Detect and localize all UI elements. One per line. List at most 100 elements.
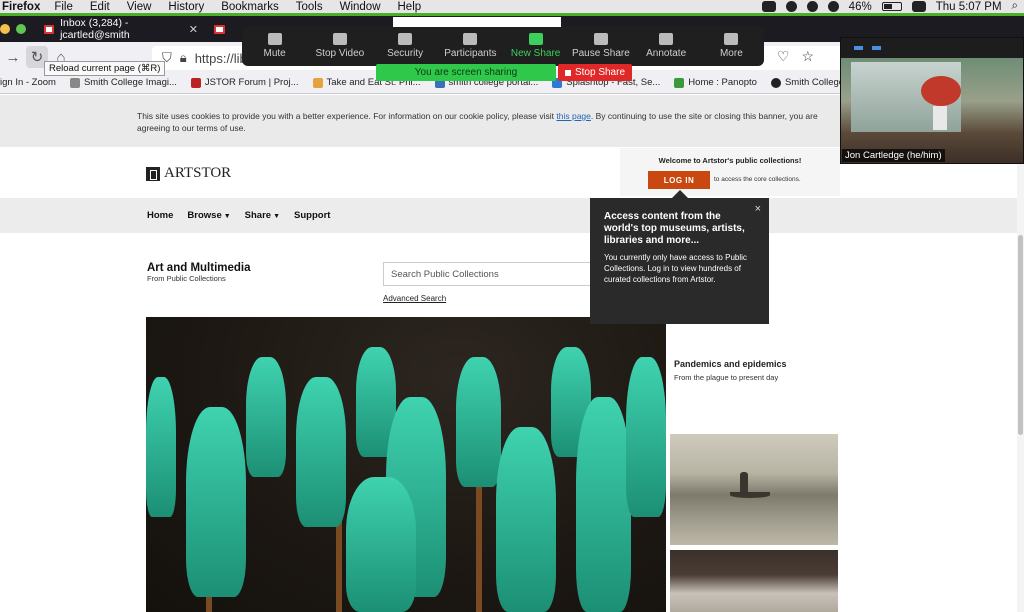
reload-tooltip: Reload current page (⌘R): [44, 61, 166, 76]
battery-icon[interactable]: [881, 2, 902, 11]
close-tab-icon[interactable]: ✕: [189, 23, 198, 36]
maximize-button[interactable]: [16, 24, 26, 34]
zoom-status-icon[interactable]: [761, 1, 776, 12]
minimize-button[interactable]: [0, 24, 10, 34]
participants-button[interactable]: Participants: [438, 26, 503, 66]
bookmark-item[interactable]: ign In - Zoom: [0, 77, 56, 88]
menu-edit[interactable]: Edit: [90, 1, 110, 13]
mute-button[interactable]: Mute: [242, 26, 307, 66]
bookmark-label: ign In - Zoom: [0, 77, 56, 88]
annotate-label: Annotate: [646, 48, 687, 59]
nav-home[interactable]: Home: [147, 210, 173, 221]
bookmark-label: Smith College Imagi...: [83, 77, 177, 88]
site-nav: Home Browse ▼ Share ▼ Support: [0, 198, 1024, 233]
share-screen-icon: [528, 33, 543, 45]
hero-detail: [186, 407, 246, 597]
menu-view[interactable]: View: [127, 1, 152, 13]
status-area: 46% Thu 5:07 PM ⌕: [761, 0, 1018, 13]
pause-icon: [593, 33, 608, 45]
microphone-icon: [267, 33, 282, 45]
stop-video-label: Stop Video: [315, 48, 365, 59]
pocket-icon[interactable]: ♡: [777, 48, 790, 65]
clock[interactable]: Thu 5:07 PM: [936, 1, 1002, 13]
scrollbar-thumb[interactable]: [1018, 235, 1023, 435]
hero-detail: [576, 397, 631, 612]
bookmark-item[interactable]: Smith College Imagi...: [69, 77, 177, 88]
login-popover: × Access content from the world's top mu…: [590, 190, 769, 324]
security-label: Security: [387, 48, 424, 59]
menu-help[interactable]: Help: [398, 1, 422, 13]
collection-thumbnail[interactable]: [670, 434, 838, 545]
nav-share-label: Share: [244, 210, 272, 221]
layout-icon[interactable]: [854, 46, 863, 50]
spotlight-search-icon[interactable]: ⌕: [1012, 0, 1018, 13]
tab-label: Inbox (3,284) - jcartled@smith: [60, 17, 130, 41]
display-icon[interactable]: [911, 1, 926, 12]
caret-down-icon: ▼: [273, 213, 281, 220]
page-scrollbar[interactable]: [1017, 95, 1024, 612]
wifi-icon[interactable]: [827, 1, 839, 12]
lock-icon[interactable]: 🔒︎: [180, 50, 187, 66]
more-label: More: [719, 48, 743, 59]
login-button[interactable]: LOG IN: [648, 171, 710, 189]
stop-share-button[interactable]: Stop Share: [558, 64, 632, 81]
menu-history[interactable]: History: [168, 1, 204, 13]
grammarly-icon[interactable]: [806, 1, 818, 12]
macos-menubar: Firefox File Edit View History Bookmarks…: [0, 0, 1024, 13]
battery-percent: 46%: [848, 0, 872, 13]
nav-browse[interactable]: Browse ▼: [187, 210, 230, 221]
video-flowers: [921, 76, 961, 106]
more-button[interactable]: More: [699, 26, 764, 66]
menu-tools[interactable]: Tools: [296, 1, 323, 13]
app-menu[interactable]: Firefox: [2, 1, 40, 13]
bookmark-favicon-icon: [69, 77, 80, 88]
bookmark-item[interactable]: JSTOR Forum | Proj...: [190, 77, 299, 88]
nav-share[interactable]: Share ▼: [245, 210, 280, 221]
hero-detail: [246, 357, 286, 477]
pause-share-label: Pause Share: [571, 48, 630, 59]
artstor-logo[interactable]: ARTSTOR: [146, 165, 231, 182]
nav-support[interactable]: Support: [294, 210, 330, 221]
hero-detail: [476, 477, 482, 612]
bookmark-favicon-icon: [674, 77, 685, 88]
advanced-search-link[interactable]: Advanced Search: [383, 294, 446, 303]
hero-detail: [626, 357, 666, 517]
video-header: [841, 38, 1023, 58]
pause-share-button[interactable]: Pause Share: [568, 26, 633, 66]
cookie-policy-link[interactable]: this page: [556, 111, 591, 121]
menu-bookmarks[interactable]: Bookmarks: [221, 1, 279, 13]
forward-icon[interactable]: →: [2, 46, 24, 68]
participants-label: Participants: [444, 48, 497, 59]
feature-title[interactable]: Pandemics and epidemics: [674, 359, 787, 369]
hero-image[interactable]: [146, 317, 666, 612]
section-subtitle: From Public Collections: [147, 274, 226, 283]
login-note: to access the core collections.: [714, 176, 801, 183]
feature-subtitle: From the plague to present day: [674, 373, 779, 382]
bookmark-item[interactable]: Home : Panopto: [674, 77, 757, 88]
stop-video-button[interactable]: Stop Video: [307, 26, 372, 66]
tab-gmail-2[interactable]: [206, 16, 236, 42]
video-vase: [933, 106, 947, 130]
bookmark-label: Home : Panopto: [688, 77, 757, 88]
tab-gmail-inbox[interactable]: Inbox (3,284) - jcartled@smith ✕: [36, 16, 206, 42]
layout-icon[interactable]: [872, 46, 881, 50]
close-icon[interactable]: ×: [755, 203, 761, 215]
bookmark-star-icon[interactable]: ☆: [801, 48, 814, 65]
annotate-button[interactable]: Annotate: [634, 26, 699, 66]
app-status-icon[interactable]: [785, 1, 797, 12]
url-text[interactable]: https://lib: [195, 51, 247, 66]
window-controls: [0, 24, 26, 34]
logo-text: ARTSTOR: [164, 165, 232, 181]
collection-thumbnail[interactable]: [670, 550, 838, 612]
artstor-logo-icon: [146, 166, 160, 181]
menu-window[interactable]: Window: [340, 1, 381, 13]
security-button[interactable]: Security: [373, 26, 438, 66]
hero-detail: [346, 477, 416, 612]
new-share-label: New Share: [510, 48, 561, 59]
menu-file[interactable]: File: [54, 1, 73, 13]
hero-detail: [496, 427, 556, 612]
participant-video[interactable]: Jon Cartledge (he/him): [840, 37, 1024, 164]
search-input[interactable]: Search Public Collections: [383, 262, 593, 286]
shield-icon: [398, 33, 413, 45]
new-share-button[interactable]: New Share: [503, 26, 568, 66]
